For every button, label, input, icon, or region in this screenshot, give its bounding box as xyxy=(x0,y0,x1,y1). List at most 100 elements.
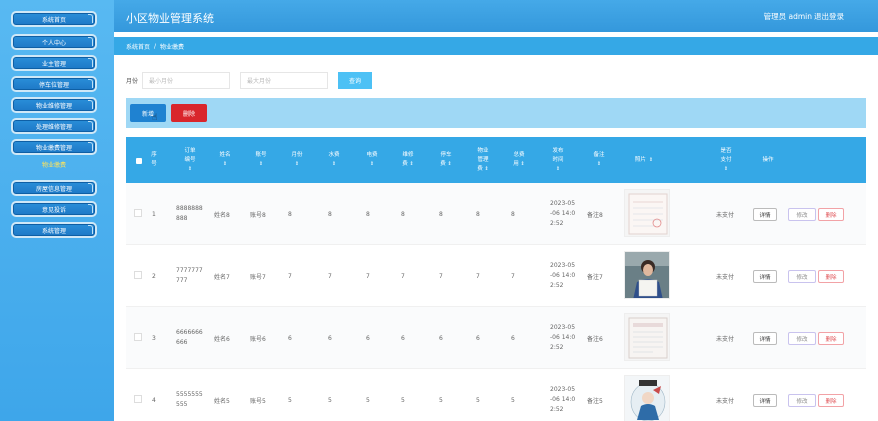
fee-table: 序号 订单 编号 ⇕ 姓名 ⇕ 账号 ⇕ 月份 ⇕ 水费 ⇕ 电费 ⇕ 维修费 ⇕ 停车费 ⇕… xyxy=(126,137,866,421)
edit-button[interactable]: 修改 xyxy=(788,394,816,407)
row-checkbox[interactable] xyxy=(134,271,142,279)
row-checkbox[interactable] xyxy=(134,209,142,217)
col-month[interactable]: 月份 ⇕ xyxy=(286,137,308,183)
detail-button[interactable]: 详情 xyxy=(753,208,777,221)
sort-icon: ⇕ xyxy=(258,161,264,167)
sidebar-item-label: 意见投诉 xyxy=(41,206,66,214)
min-month-input[interactable]: 最小月份 xyxy=(142,71,231,89)
table-header: 序号 订单 编号 ⇕ 姓名 ⇕ 账号 ⇕ 月份 ⇕ 水费 ⇕ 电费 ⇕ 维修费 ⇕ 停车费 ⇕… xyxy=(126,137,866,183)
cell-parking: 6 xyxy=(439,334,443,342)
photo-illustration-thumbnail[interactable] xyxy=(624,375,670,421)
logout-link[interactable]: 退出登录 xyxy=(814,11,844,22)
row-checkbox[interactable] xyxy=(134,395,142,403)
sidebar-item-home[interactable]: 系统首页 xyxy=(11,11,97,27)
row-delete-button[interactable]: 删除 xyxy=(818,208,844,221)
col-water[interactable]: 水费 ⇕ xyxy=(323,137,345,183)
delete-button[interactable]: 删除 xyxy=(171,104,207,122)
cell-property: 5 xyxy=(476,396,480,404)
cell-paid: 未支付 xyxy=(716,335,735,343)
sidebar-item-label: 系统首页 xyxy=(41,16,66,24)
cell-order: 6666666 666 xyxy=(176,329,203,346)
breadcrumb-current: 物业缴费 xyxy=(160,43,185,51)
col-electric[interactable]: 电费 ⇕ xyxy=(361,137,383,183)
cell-parking: 7 xyxy=(439,272,443,280)
col-repair[interactable]: 维修费 ⇕ xyxy=(397,137,419,183)
cell-water: 6 xyxy=(328,334,332,342)
col-paid[interactable]: 是否 支付 ⇕ xyxy=(714,137,738,183)
sidebar-item-label: 物业维修管理 xyxy=(35,102,72,110)
search-bar: 月份 最小月份 最大月份 查询 xyxy=(126,71,373,89)
cell-electric: 6 xyxy=(366,334,370,342)
col-property[interactable]: 物业 管理费 ⇕ xyxy=(472,137,494,183)
col-order[interactable]: 订单 编号 ⇕ xyxy=(176,137,204,183)
sidebar-item-houses[interactable]: 房屋信息管理 xyxy=(11,180,97,196)
sidebar-item-label: 个人中心 xyxy=(41,39,66,47)
corner-ornament-icon xyxy=(88,142,93,151)
col-total[interactable]: 总费用 ⇕ xyxy=(507,137,531,183)
cell-repair: 6 xyxy=(401,334,405,342)
cell-remark: 备注5 xyxy=(587,397,603,405)
corner-ornament-icon xyxy=(88,58,93,67)
add-button[interactable]: 新增 xyxy=(130,104,166,122)
col-account[interactable]: 账号 ⇕ xyxy=(250,137,272,183)
cell-order: 8888888 888 xyxy=(176,205,203,222)
row-delete-button[interactable]: 删除 xyxy=(818,270,844,283)
photo-document-thumbnail[interactable] xyxy=(624,313,670,361)
table-row: 2 7777777 777 姓名7 账号7 7 7 7 7 7 7 7 2023-… xyxy=(126,245,866,307)
sidebar-item-fees[interactable]: 物业缴费管理 xyxy=(11,139,97,155)
detail-button[interactable]: 详情 xyxy=(753,332,777,345)
cell-order: 7777777 777 xyxy=(176,267,203,284)
cell-total: 5 xyxy=(511,396,515,404)
sidebar-subitem-fee-payment[interactable]: 物业缴费 xyxy=(11,160,97,169)
cell-month: 6 xyxy=(288,334,292,342)
photo-person-thumbnail[interactable] xyxy=(624,251,670,299)
col-time[interactable]: 发布 时间 ⇕ xyxy=(544,137,572,183)
sidebar-item-repair-handling[interactable]: 处理维修管理 xyxy=(11,118,97,134)
edit-button[interactable]: 修改 xyxy=(788,270,816,283)
cell-repair: 7 xyxy=(401,272,405,280)
cell-account: 账号6 xyxy=(250,335,266,343)
sort-icon: ⇕ xyxy=(484,165,489,172)
detail-button[interactable]: 详情 xyxy=(753,394,777,407)
row-delete-button[interactable]: 删除 xyxy=(818,332,844,345)
col-parking[interactable]: 停车费 ⇕ xyxy=(435,137,457,183)
breadcrumb-home[interactable]: 系统首页 xyxy=(126,42,150,51)
cell-total: 7 xyxy=(511,272,515,280)
cell-total: 8 xyxy=(511,210,515,218)
corner-ornament-icon xyxy=(88,100,93,109)
col-photo[interactable]: 照片 ⇕ xyxy=(624,137,664,183)
sidebar-item-label: 房屋信息管理 xyxy=(35,185,72,193)
sidebar-item-owners[interactable]: 业主管理 xyxy=(11,55,97,71)
sort-icon: ⇕ xyxy=(447,161,452,167)
sidebar-item-complaints[interactable]: 意见投诉 xyxy=(11,201,97,217)
search-button[interactable]: 查询 xyxy=(338,71,373,89)
row-checkbox[interactable] xyxy=(134,333,142,341)
cell-remark: 备注6 xyxy=(587,335,603,343)
sort-icon: ⇕ xyxy=(187,165,193,172)
select-all-checkbox[interactable] xyxy=(136,158,142,164)
sidebar-item-profile[interactable]: 个人中心 xyxy=(11,34,97,50)
sidebar-item-parking[interactable]: 停车位管理 xyxy=(11,76,97,92)
sidebar-item-repair[interactable]: 物业维修管理 xyxy=(11,97,97,113)
col-name[interactable]: 姓名 ⇕ xyxy=(214,137,236,183)
cell-water: 7 xyxy=(328,272,332,280)
sidebar-item-system[interactable]: 系统管理 xyxy=(11,222,97,238)
cell-index: 1 xyxy=(152,210,156,218)
breadcrumb-separator: / xyxy=(154,42,157,50)
sort-icon: ⇕ xyxy=(409,161,414,167)
row-delete-button[interactable]: 删除 xyxy=(818,394,844,407)
max-month-input[interactable]: 最大月份 xyxy=(240,71,329,89)
cell-paid: 未支付 xyxy=(716,397,735,405)
col-remark[interactable]: 备注 ⇕ xyxy=(588,137,610,183)
table-row: 1 8888888 888 姓名8 账号8 8 8 8 8 8 8 8 2023-… xyxy=(126,183,866,245)
edit-button[interactable]: 修改 xyxy=(788,332,816,345)
sidebar-item-label: 系统管理 xyxy=(41,227,66,235)
cell-month: 5 xyxy=(288,396,292,404)
sidebar-item-label: 业主管理 xyxy=(41,60,66,68)
cell-account: 账号8 xyxy=(250,211,266,219)
photo-document-thumbnail[interactable] xyxy=(624,189,670,237)
sidebar-item-label: 停车位管理 xyxy=(38,81,69,89)
month-label: 月份 xyxy=(126,77,139,85)
edit-button[interactable]: 修改 xyxy=(788,208,816,221)
detail-button[interactable]: 详情 xyxy=(753,270,777,283)
